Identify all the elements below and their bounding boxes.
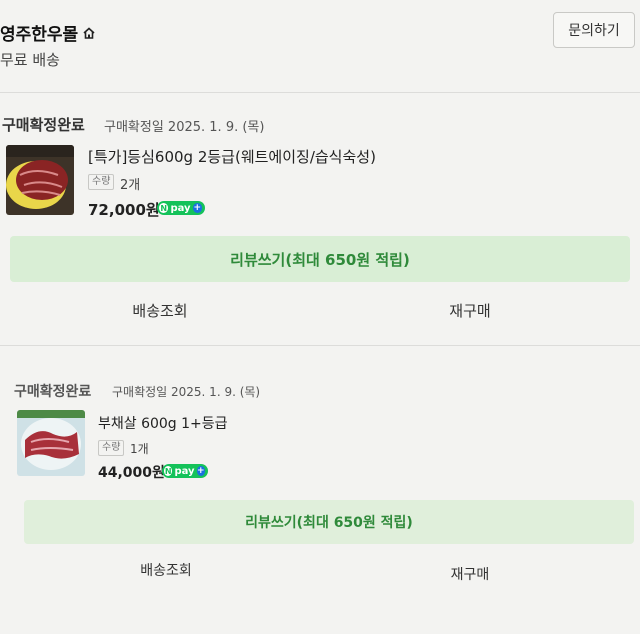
naver-n-icon: N — [159, 203, 169, 213]
quantity-value: 2개 — [120, 178, 141, 193]
reorder-button[interactable]: 재구매 — [400, 564, 540, 584]
naver-pay-badge: N pay + — [157, 201, 205, 215]
confirm-date: 구매확정일 2025. 1. 9. (목) — [112, 385, 261, 399]
write-review-button[interactable]: 리뷰쓰기(최대 650원 적립) — [10, 236, 630, 282]
order-status: 구매확정완료 — [14, 384, 92, 400]
quantity-value: 1개 — [130, 442, 149, 456]
product-thumbnail[interactable] — [6, 145, 74, 215]
quantity-label: 수량 — [98, 440, 125, 456]
naver-pay-badge: N pay + — [162, 464, 208, 478]
track-delivery-button[interactable]: 배송조회 — [96, 560, 236, 580]
order-card: 영주한우몰 무료 배송 문의하기 구매확정완료 구매확정일 2025. 1. 9… — [0, 0, 640, 634]
plus-icon: + — [196, 466, 205, 476]
confirm-date: 구매확정일 2025. 1. 9. (목) — [104, 120, 265, 135]
product-thumbnail[interactable] — [17, 410, 85, 476]
track-delivery-button[interactable]: 배송조회 — [90, 300, 230, 321]
write-review-button[interactable]: 리뷰쓰기(최대 650원 적립) — [24, 500, 634, 544]
plus-icon: + — [192, 203, 202, 213]
reorder-button[interactable]: 재구매 — [400, 300, 540, 321]
naver-n-icon: N — [164, 466, 173, 476]
beef-steak-image — [6, 145, 74, 215]
shipping-info: 무료 배송 — [0, 51, 60, 69]
store-name-label: 영주한우몰 — [0, 25, 79, 45]
product-price: 72,000원 — [88, 201, 160, 219]
product-price: 44,000원 — [98, 465, 165, 481]
beef-slices-image — [17, 410, 85, 476]
npay-label: pay — [170, 202, 191, 214]
product-name[interactable]: [특가]등심600g 2등급(웨트에이징/습식숙성) — [88, 146, 376, 167]
product-name[interactable]: 부채살 600g 1+등급 — [98, 413, 228, 433]
npay-label: pay — [174, 465, 195, 477]
store-name[interactable]: 영주한우몰 — [0, 20, 96, 45]
divider — [0, 92, 640, 93]
inquiry-button[interactable]: 문의하기 — [553, 12, 635, 48]
order-status: 구매확정완료 — [2, 116, 85, 134]
quantity-label: 수량 — [88, 174, 115, 190]
home-icon — [83, 26, 95, 39]
divider — [0, 345, 640, 346]
